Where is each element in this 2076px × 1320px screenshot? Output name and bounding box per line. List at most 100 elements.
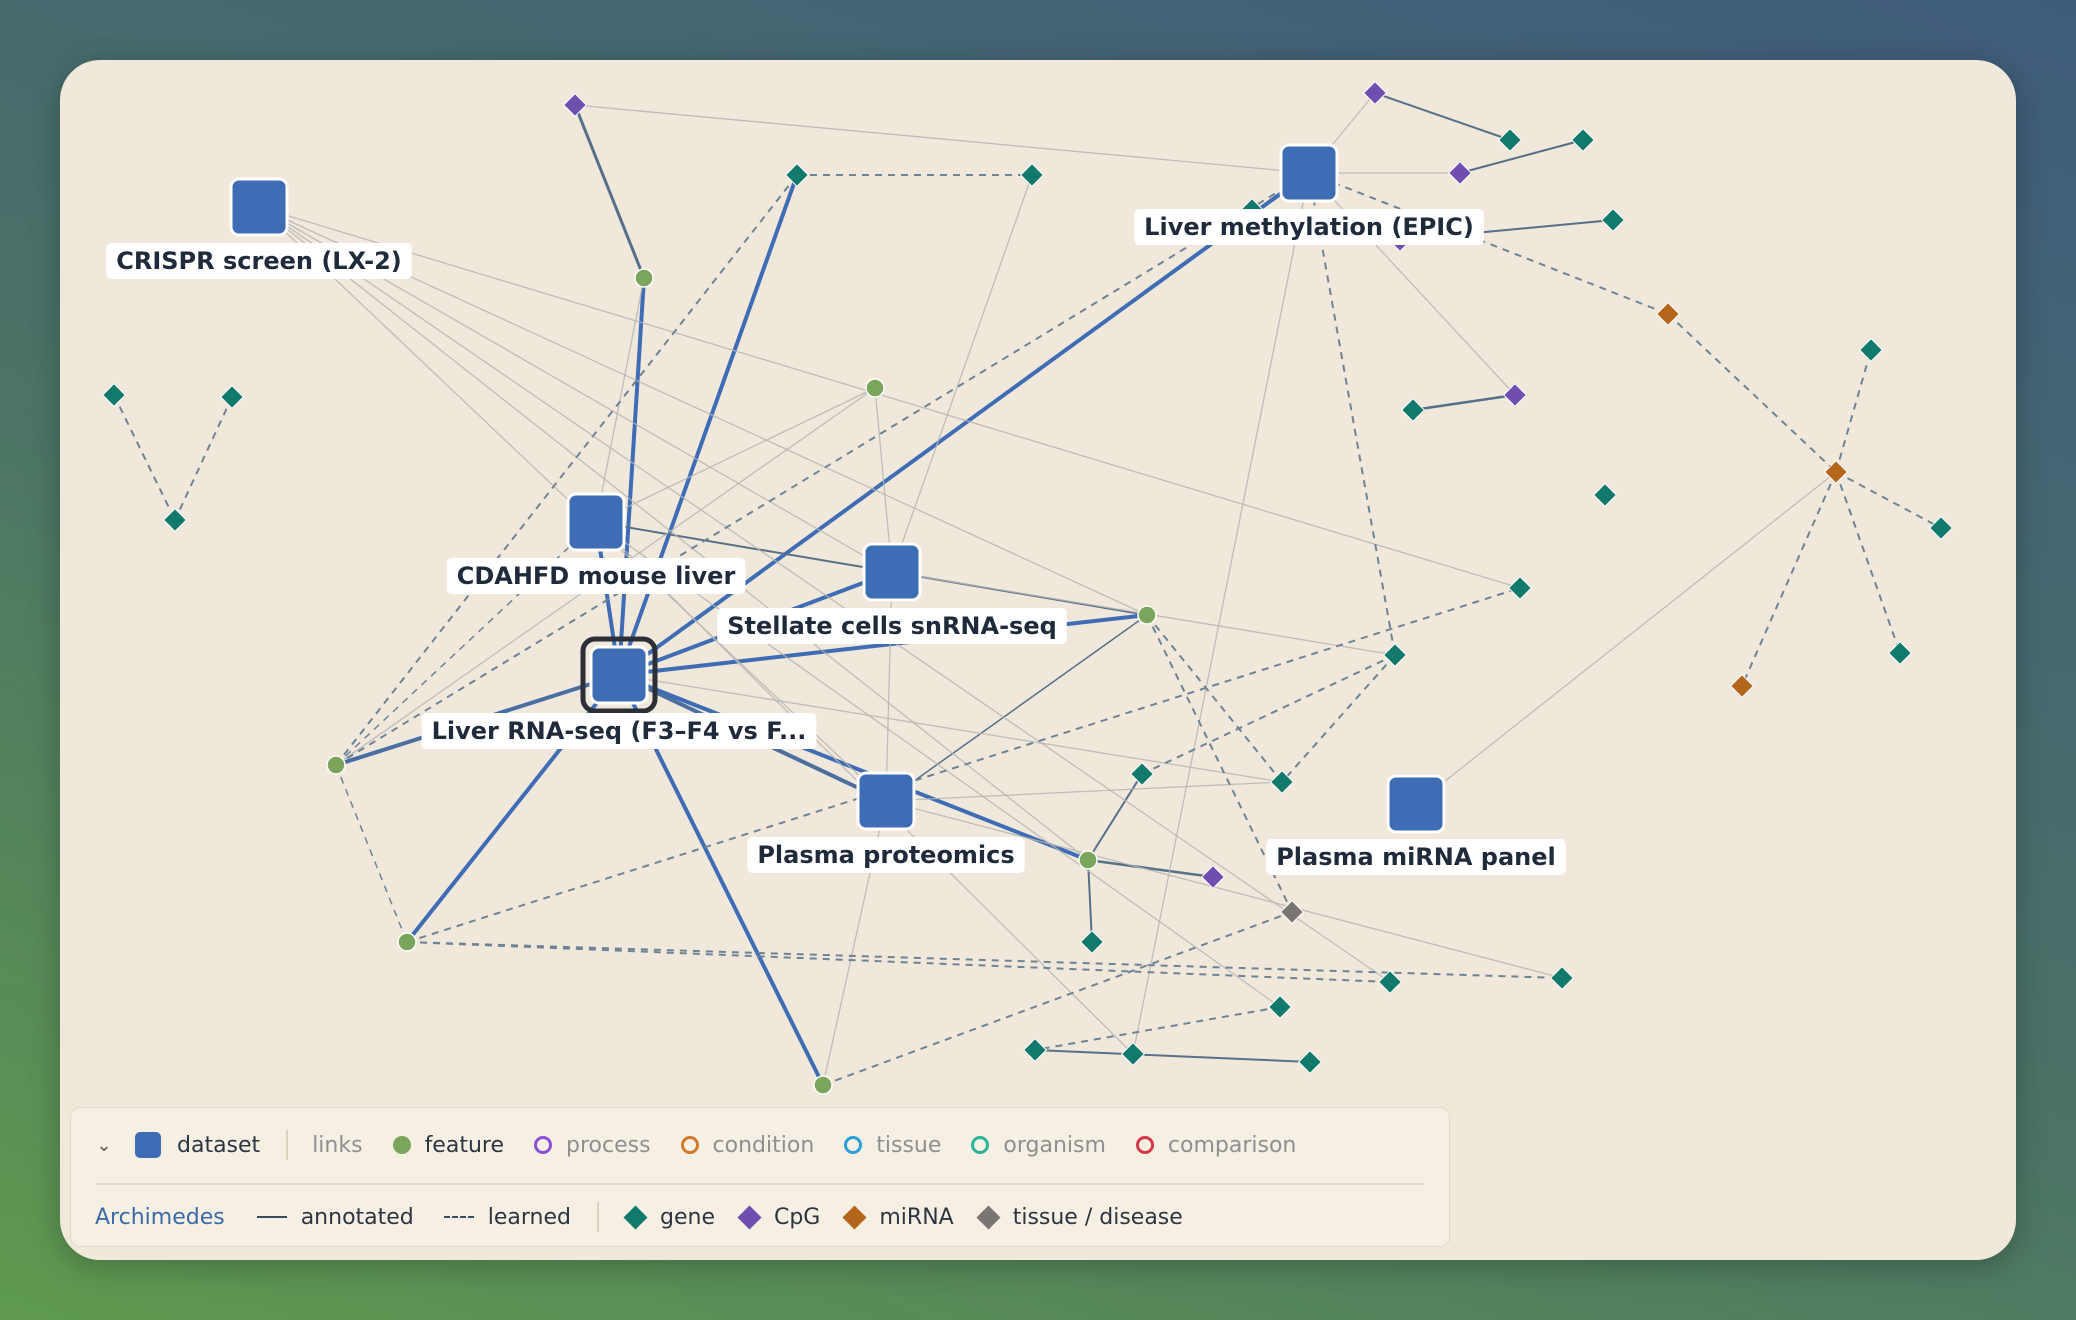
gene-node[interactable] [1887, 640, 1913, 666]
gene-node[interactable] [1129, 761, 1155, 787]
dataset-label-text: CDAHFD mouse liver [457, 562, 736, 590]
edge-stell-prot [885, 571, 893, 802]
chevron-down-icon[interactable]: ⌄ [91, 1135, 117, 1156]
cpg-node[interactable] [1362, 80, 1388, 106]
gene-node[interactable] [1497, 127, 1523, 153]
tissue-legend-icon [844, 1136, 863, 1154]
edge-rna-f6 [618, 673, 1089, 862]
legend-cpg[interactable]: CpG [774, 1205, 820, 1230]
dataset-label-text: CRISPR screen (LX-2) [116, 247, 402, 275]
dataset-label-mir[interactable]: Plasma miRNA panel [1266, 839, 1566, 875]
legend-process[interactable]: process [566, 1133, 651, 1158]
feature-node[interactable] [326, 755, 346, 775]
edge-g12-g13 [1281, 654, 1396, 783]
legend-links[interactable]: links [312, 1133, 362, 1158]
dataset-node-prot[interactable] [856, 771, 916, 831]
feature-node[interactable] [813, 1075, 833, 1095]
nodes-layer [101, 80, 1954, 1095]
legend-feature[interactable]: feature [425, 1133, 504, 1158]
gene-diamond-icon [623, 1204, 648, 1230]
feature-legend-icon [392, 1136, 411, 1154]
dataset-label-prot[interactable]: Plasma proteomics [747, 837, 1025, 873]
edge-g8-g10 [113, 394, 176, 521]
gene-node[interactable] [1400, 397, 1426, 423]
legend-tissue-disease[interactable]: tissue / disease [1013, 1205, 1183, 1230]
dataset-node-meth[interactable] [1279, 143, 1339, 203]
edges-layer [113, 92, 1942, 1086]
mirna-node[interactable] [1729, 673, 1755, 699]
comparison-legend-icon [1135, 1136, 1154, 1154]
dataset-label-cdahfd[interactable]: CDAHFD mouse liver [446, 558, 746, 594]
gene-node[interactable] [1570, 127, 1596, 153]
legend-organism[interactable]: organism [1003, 1133, 1106, 1158]
gene-node[interactable] [1858, 337, 1884, 363]
feature-node[interactable] [865, 378, 885, 398]
gene-node[interactable] [1928, 515, 1954, 541]
gene-node[interactable] [1507, 575, 1533, 601]
edge-p2-g3 [1374, 92, 1511, 141]
dataset-node-cdahfd[interactable] [566, 492, 626, 552]
gene-node[interactable] [1019, 162, 1045, 188]
dataset-label-stell[interactable]: Stellate cells snRNA-seq [717, 608, 1067, 644]
legend-mirna[interactable]: miRNA [879, 1205, 953, 1230]
gene-node[interactable] [1382, 642, 1408, 668]
edge-g2-stell [891, 174, 1033, 573]
legend-condition[interactable]: condition [713, 1133, 815, 1158]
edge-m2-m3 [1741, 471, 1837, 687]
dataset-label-meth[interactable]: Liver methylation (EPIC) [1134, 209, 1484, 245]
dataset-node-crispr[interactable] [229, 177, 289, 237]
dataset-node-rna[interactable] [589, 645, 649, 705]
feature-node[interactable] [1137, 605, 1157, 625]
gene-node[interactable] [1600, 207, 1626, 233]
feature-node[interactable] [634, 268, 654, 288]
gene-node[interactable] [1267, 994, 1293, 1020]
feature-node[interactable] [1078, 850, 1098, 870]
edge-f4-f5 [335, 764, 408, 943]
mirna-diamond-icon [842, 1204, 867, 1230]
legend: ⌄ dataset links feature process conditio… [70, 1107, 1450, 1247]
legend-dataset[interactable]: dataset [177, 1133, 260, 1158]
gene-node[interactable] [1022, 1037, 1048, 1063]
legend-learned[interactable]: learned [488, 1205, 571, 1230]
labels-layer: CRISPR screen (LX-2) Liver methylation (E… [106, 209, 1566, 875]
cpg-node[interactable] [1447, 160, 1473, 186]
organism-legend-icon [971, 1136, 990, 1154]
legend-comparison[interactable]: comparison [1168, 1133, 1296, 1158]
edge-p1-meth [574, 104, 1310, 174]
dataset-label-text: Plasma proteomics [757, 841, 1014, 869]
gene-node[interactable] [101, 382, 127, 408]
condition-legend-icon [680, 1136, 699, 1154]
gene-node[interactable] [219, 384, 245, 410]
learned-line-icon [443, 1216, 474, 1218]
dataset-label-crispr[interactable]: CRISPR screen (LX-2) [106, 243, 412, 279]
edge-m2-g24 [1835, 471, 1901, 654]
gene-node[interactable] [1377, 969, 1403, 995]
legend-annotated[interactable]: annotated [301, 1205, 414, 1230]
mirna-node[interactable] [1655, 301, 1681, 327]
gene-node[interactable] [1592, 482, 1618, 508]
mirna-node[interactable] [1823, 459, 1849, 485]
gene-node[interactable] [784, 162, 810, 188]
legend-separator [95, 1183, 1425, 1185]
gene-node[interactable] [1297, 1049, 1323, 1075]
legend-source[interactable]: Archimedes [95, 1205, 225, 1230]
edge-crispr-f6 [258, 206, 1089, 861]
gene-node[interactable] [162, 507, 188, 533]
dataset-label-text: Stellate cells snRNA-seq [727, 612, 1057, 640]
edge-meth-p5 [1308, 172, 1516, 396]
dataset-label-rna[interactable]: Liver RNA-seq (F3–F4 vs F... [421, 713, 817, 749]
edge-rna-g1 [617, 174, 799, 676]
edge-mir-m2 [1415, 471, 1837, 805]
legend-tissue[interactable]: tissue [876, 1133, 941, 1158]
feature-node[interactable] [397, 932, 417, 952]
cpg-node[interactable] [562, 92, 588, 118]
edge-meth-g12 [1308, 172, 1396, 656]
gene-node[interactable] [1079, 929, 1105, 955]
dataset-node-stell[interactable] [862, 542, 922, 602]
dataset-node-mir[interactable] [1386, 774, 1446, 834]
legend-gene[interactable]: gene [660, 1205, 715, 1230]
legend-divider [286, 1130, 289, 1160]
edge-f6-g14 [1087, 773, 1143, 861]
gene-node[interactable] [1549, 965, 1575, 991]
knowledge-graph[interactable]: CRISPR screen (LX-2) Liver methylation (E… [60, 60, 2016, 1260]
